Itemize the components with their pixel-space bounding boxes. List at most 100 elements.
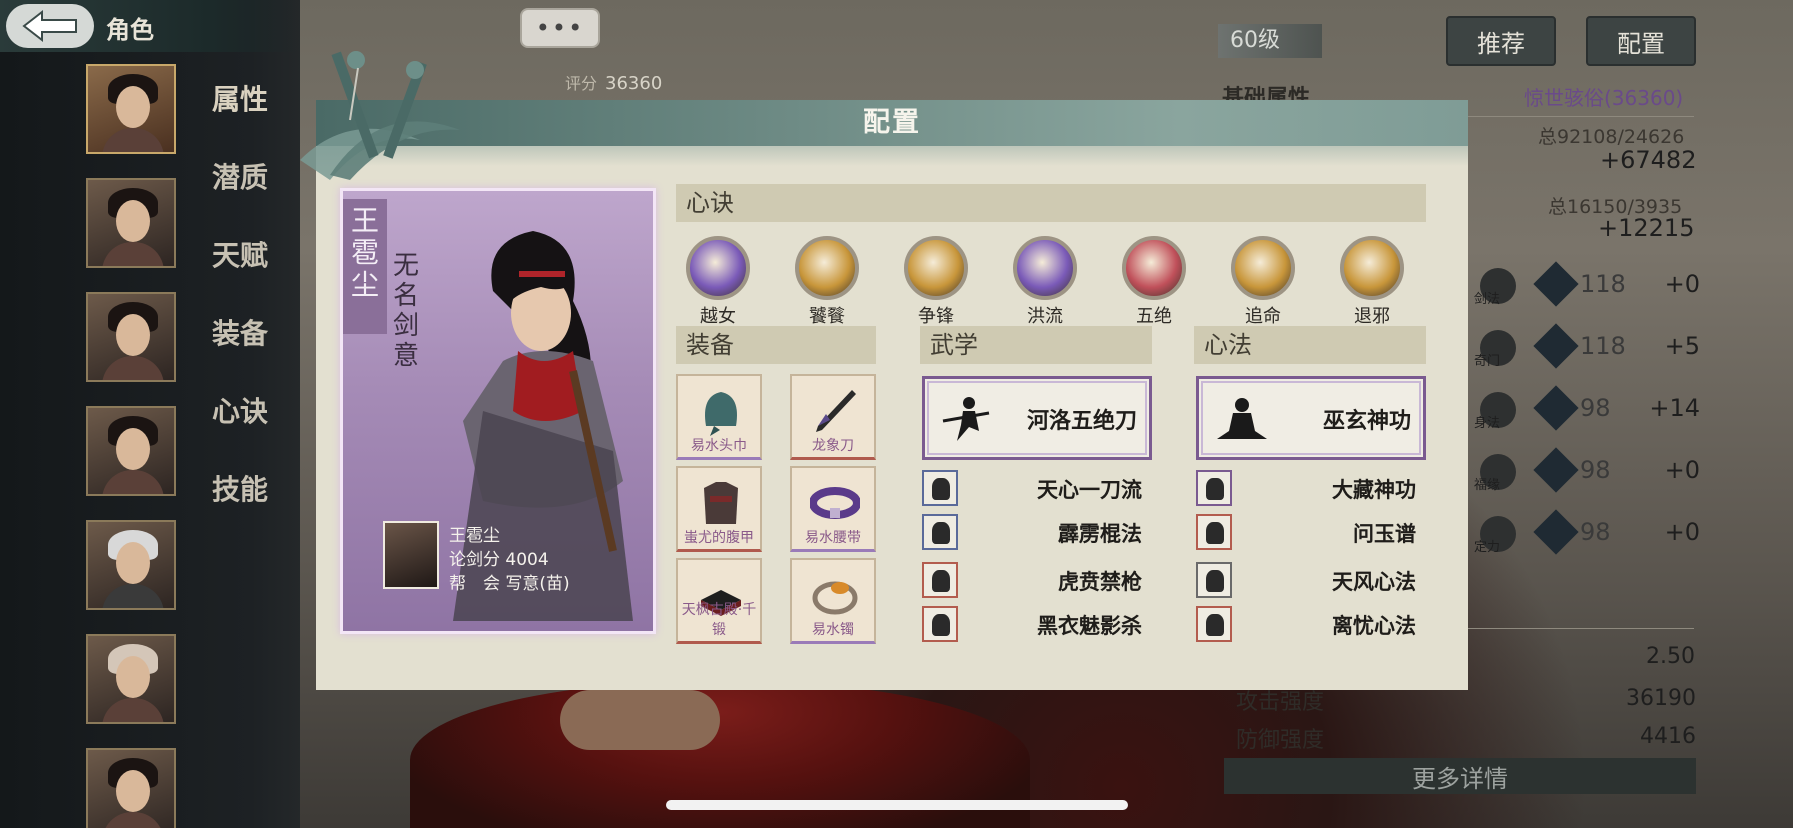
stat-diamond-icon <box>1533 447 1579 493</box>
character-portrait-7[interactable] <box>86 748 176 828</box>
stat-delta: +0 <box>1664 456 1700 484</box>
sword-decoration-icon <box>300 51 460 180</box>
chat-button[interactable]: ••• <box>520 8 600 48</box>
stat-row: 奇门 118 +5 <box>1474 323 1700 369</box>
stat-value: 118 <box>1580 332 1626 360</box>
equip-slot-weapon[interactable]: 龙象刀 <box>790 374 876 460</box>
back-button[interactable] <box>6 4 94 48</box>
total-1: 总92108/24626 <box>1538 126 1685 148</box>
menu-skills[interactable]: 技能 <box>212 468 268 508</box>
character-card[interactable]: 王雹尘 无名剑意 王雹尘 论剑分 4004 帮 会 写意(苗) <box>340 188 656 634</box>
equipment-section-header: 装备 <box>676 326 876 364</box>
character-portrait-1[interactable] <box>86 64 176 154</box>
stat-value: 98 <box>1580 456 1611 484</box>
delta-2: +12215 <box>1598 214 1695 242</box>
stat-value: 98 <box>1580 394 1611 422</box>
blade-icon <box>816 390 856 432</box>
back-arrow-icon <box>22 9 77 43</box>
belt-icon <box>810 487 860 519</box>
inner-skill-row[interactable]: 离忧心法 <box>1196 606 1426 642</box>
bracelet-icon <box>812 581 858 615</box>
stat-name: 剑法 <box>1474 292 1501 307</box>
stat-diamond-icon <box>1533 323 1579 369</box>
defense-label: 防御强度 <box>1236 728 1325 753</box>
mind-icon-zhuiming[interactable] <box>1231 236 1295 300</box>
armor-icon <box>704 482 738 524</box>
skill-icon <box>1196 606 1232 642</box>
menu-potential[interactable]: 潜质 <box>212 156 268 196</box>
stat-value: 118 <box>1580 270 1626 298</box>
skill-label: 天风心法 <box>1332 570 1416 594</box>
more-details-button[interactable]: 更多详情 <box>1224 758 1696 794</box>
martial-main-skill[interactable]: 河洛五绝刀 <box>922 376 1152 460</box>
inner-section-header: 心法 <box>1194 326 1426 364</box>
home-indicator[interactable] <box>666 800 1128 810</box>
martial-skill-row[interactable]: 霹雳棍法 <box>922 514 1152 550</box>
stat-diamond-icon <box>1533 385 1579 431</box>
mind-icon-zhengfeng[interactable] <box>904 236 968 300</box>
mind-icon-tuixie[interactable] <box>1340 236 1404 300</box>
title-link[interactable]: 惊世骇俗(36360) <box>1524 82 1683 111</box>
menu-attributes[interactable]: 属性 <box>212 78 268 118</box>
martial-skill-row[interactable]: 天心一刀流 <box>922 470 1152 506</box>
score-value: 36360 <box>605 73 663 94</box>
equip-label: 龙象刀 <box>812 438 854 454</box>
equip-slot-belt[interactable]: 易水腰带 <box>790 466 876 552</box>
inner-skill-row[interactable]: 天风心法 <box>1196 562 1426 598</box>
inner-main-skill[interactable]: 巫玄神功 <box>1196 376 1426 460</box>
skill-label: 虎贲禁枪 <box>1058 570 1142 594</box>
game-screen: 角色 ••• 属性 潜质 天赋 装备 心诀 技能 评分 36360 60级 推荐 … <box>0 0 1793 828</box>
character-portrait-5[interactable] <box>86 520 176 610</box>
skill-label: 大藏神功 <box>1332 478 1416 502</box>
stat-row: 身法 98 +14 <box>1474 385 1700 431</box>
stat-value: 98 <box>1580 518 1611 546</box>
menu-mind[interactable]: 心诀 <box>212 390 268 430</box>
mind-section-header: 心诀 <box>676 184 1426 222</box>
character-name: 王雹尘 <box>343 199 387 334</box>
character-avatar <box>383 521 439 589</box>
stat-2-50: 2.50 <box>1646 644 1695 669</box>
skill-label: 霹雳棍法 <box>1058 522 1142 546</box>
stat-diamond-icon <box>1533 509 1579 555</box>
equip-slot-armor[interactable]: 蚩尤的腹甲 <box>676 466 762 552</box>
menu-equipment[interactable]: 装备 <box>212 312 268 352</box>
mind-label: 追命 <box>1245 306 1281 327</box>
martial-skill-row[interactable]: 虎贲禁枪 <box>922 562 1152 598</box>
swordsman-icon <box>942 397 990 441</box>
score-display: 评分 36360 <box>565 70 662 94</box>
background-character-arm <box>560 690 720 750</box>
character-portrait-3[interactable] <box>86 292 176 382</box>
mind-label: 饕餮 <box>809 306 845 327</box>
skill-icon <box>1196 514 1232 550</box>
character-portrait-2[interactable] <box>86 178 176 268</box>
equip-label: 蚩尤的腹甲 <box>684 530 754 546</box>
character-portrait-4[interactable] <box>86 406 176 496</box>
stat-delta: +5 <box>1664 332 1700 360</box>
inner-main-label: 巫玄神功 <box>1322 409 1411 434</box>
stat-diamond-icon <box>1533 261 1579 307</box>
inner-skill-row[interactable]: 大藏神功 <box>1196 470 1426 506</box>
mind-icon-hongliu[interactable] <box>1013 236 1077 300</box>
equip-slot-bracelet[interactable]: 易水镯 <box>790 558 876 644</box>
config-button[interactable]: 配置 <box>1586 16 1696 66</box>
skill-icon <box>922 562 958 598</box>
attack-value: 36190 <box>1626 686 1696 711</box>
menu-talent[interactable]: 天赋 <box>212 234 268 274</box>
stat-delta: +0 <box>1664 518 1700 546</box>
mind-label: 五绝 <box>1136 306 1172 327</box>
martial-skill-row[interactable]: 黑衣魅影杀 <box>922 606 1152 642</box>
stat-delta: +14 <box>1649 394 1700 422</box>
mind-icon-yuenv[interactable] <box>686 236 750 300</box>
inner-skill-row[interactable]: 问玉谱 <box>1196 514 1426 550</box>
mind-icon-wujue[interactable] <box>1122 236 1186 300</box>
martial-section-header: 武学 <box>920 326 1152 364</box>
skill-label: 问玉谱 <box>1353 522 1416 546</box>
equip-slot-accessory[interactable]: 天枫古殿·千锻 <box>676 558 762 644</box>
equip-slot-head[interactable]: 易水头巾 <box>676 374 762 460</box>
character-portrait-6[interactable] <box>86 634 176 724</box>
info-name: 王雹尘 <box>449 526 500 546</box>
mind-icon-taotie[interactable] <box>795 236 859 300</box>
mind-label: 退邪 <box>1354 306 1390 327</box>
recommend-button[interactable]: 推荐 <box>1446 16 1556 66</box>
stat-row: 定力 98 +0 <box>1474 509 1700 555</box>
